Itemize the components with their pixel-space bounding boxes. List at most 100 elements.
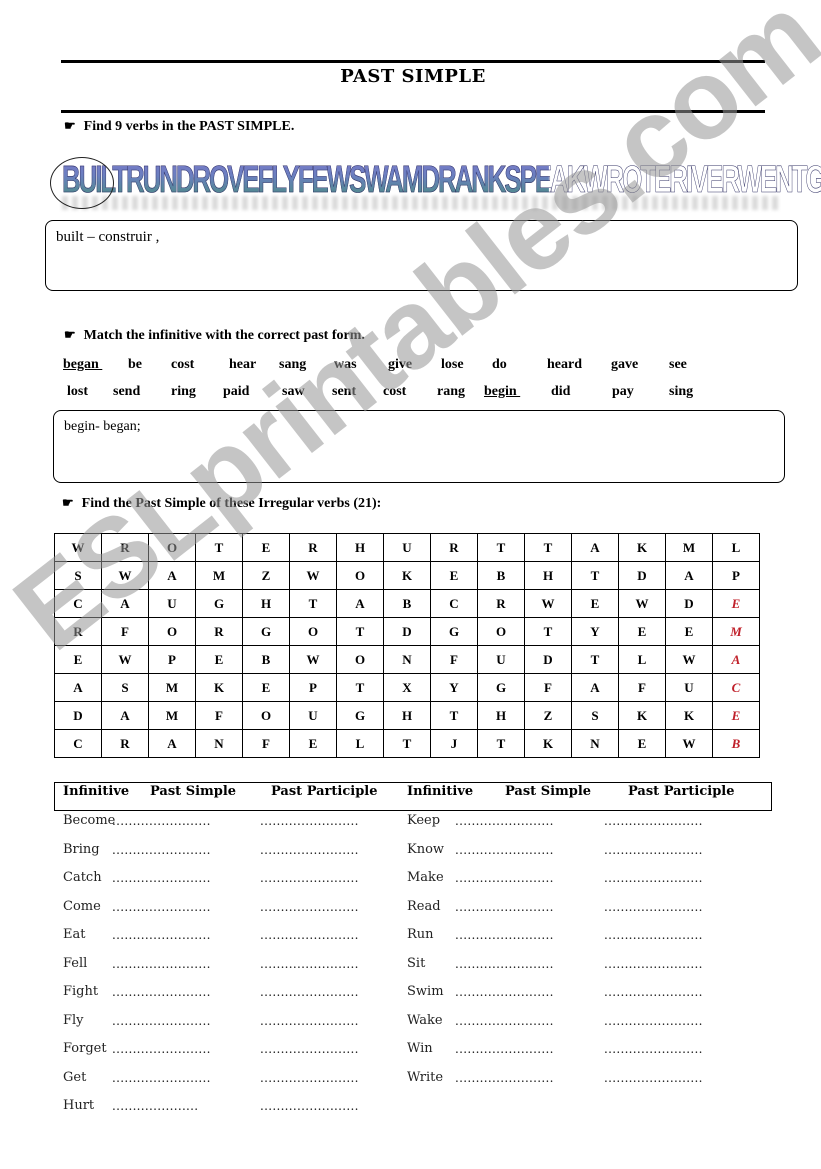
grid-cell[interactable]: D bbox=[665, 589, 713, 618]
grid-cell[interactable]: O bbox=[242, 701, 290, 730]
grid-cell[interactable]: Z bbox=[242, 561, 290, 590]
grid-cell[interactable]: H bbox=[524, 561, 572, 590]
past-participle-blank[interactable]: ........................ bbox=[604, 928, 703, 942]
grid-cell[interactable]: A bbox=[101, 589, 149, 618]
past-simple-blank[interactable]: ........................ bbox=[455, 1042, 554, 1056]
grid-cell[interactable]: K bbox=[665, 701, 713, 730]
grid-cell[interactable]: W bbox=[289, 561, 337, 590]
grid-cell[interactable]: M bbox=[712, 617, 760, 646]
past-participle-blank[interactable]: ........................ bbox=[260, 871, 359, 885]
grid-cell[interactable]: T bbox=[336, 617, 384, 646]
past-participle-blank[interactable]: ........................ bbox=[260, 1042, 359, 1056]
grid-cell[interactable]: D bbox=[618, 561, 666, 590]
grid-cell[interactable]: F bbox=[524, 673, 572, 702]
grid-cell[interactable]: Z bbox=[524, 701, 572, 730]
grid-cell[interactable]: R bbox=[101, 533, 149, 562]
grid-cell[interactable]: R bbox=[195, 617, 243, 646]
past-participle-blank[interactable]: ........................ bbox=[260, 1099, 359, 1113]
grid-cell[interactable]: K bbox=[618, 533, 666, 562]
past-simple-blank[interactable]: ........................ bbox=[455, 900, 554, 914]
grid-cell[interactable]: R bbox=[430, 533, 478, 562]
past-participle-blank[interactable]: ........................ bbox=[604, 957, 703, 971]
grid-cell[interactable]: Y bbox=[430, 673, 478, 702]
past-participle-blank[interactable]: ........................ bbox=[260, 900, 359, 914]
grid-cell[interactable]: T bbox=[524, 617, 572, 646]
past-simple-blank[interactable]: ........................ bbox=[112, 900, 211, 914]
answer-box-1[interactable]: built – construir , bbox=[45, 220, 798, 291]
grid-cell[interactable]: M bbox=[665, 533, 713, 562]
grid-cell[interactable]: A bbox=[571, 673, 619, 702]
grid-cell[interactable]: G bbox=[195, 589, 243, 618]
past-simple-blank[interactable]: ........................ bbox=[112, 1071, 211, 1085]
grid-cell[interactable]: O bbox=[289, 617, 337, 646]
grid-cell[interactable]: S bbox=[54, 561, 102, 590]
grid-cell[interactable]: N bbox=[195, 729, 243, 758]
grid-cell[interactable]: L bbox=[712, 533, 760, 562]
grid-cell[interactable]: F bbox=[430, 645, 478, 674]
grid-cell[interactable]: O bbox=[336, 645, 384, 674]
past-participle-blank[interactable]: ........................ bbox=[604, 985, 703, 999]
grid-cell[interactable]: T bbox=[571, 561, 619, 590]
grid-cell[interactable]: O bbox=[148, 533, 196, 562]
grid-cell[interactable]: Y bbox=[571, 617, 619, 646]
grid-cell[interactable]: K bbox=[195, 673, 243, 702]
grid-cell[interactable]: F bbox=[618, 673, 666, 702]
grid-cell[interactable]: P bbox=[289, 673, 337, 702]
grid-cell[interactable]: H bbox=[383, 701, 431, 730]
past-participle-blank[interactable]: ........................ bbox=[260, 843, 359, 857]
grid-cell[interactable]: T bbox=[336, 673, 384, 702]
past-simple-blank[interactable]: ........................ bbox=[112, 843, 211, 857]
past-participle-blank[interactable]: ........................ bbox=[260, 814, 359, 828]
grid-cell[interactable]: T bbox=[477, 533, 525, 562]
grid-cell[interactable]: O bbox=[336, 561, 384, 590]
grid-cell[interactable]: F bbox=[242, 729, 290, 758]
grid-cell[interactable]: A bbox=[101, 701, 149, 730]
past-participle-blank[interactable]: ........................ bbox=[604, 871, 703, 885]
grid-cell[interactable]: S bbox=[101, 673, 149, 702]
past-participle-blank[interactable]: ........................ bbox=[604, 843, 703, 857]
grid-cell[interactable]: P bbox=[148, 645, 196, 674]
past-participle-blank[interactable]: ........................ bbox=[260, 985, 359, 999]
past-participle-blank[interactable]: ........................ bbox=[260, 957, 359, 971]
past-participle-blank[interactable]: ........................ bbox=[604, 814, 703, 828]
past-simple-blank[interactable]: ........................ bbox=[455, 871, 554, 885]
past-simple-blank[interactable]: ........................ bbox=[455, 928, 554, 942]
grid-cell[interactable]: B bbox=[383, 589, 431, 618]
grid-cell[interactable]: C bbox=[430, 589, 478, 618]
grid-cell[interactable]: O bbox=[148, 617, 196, 646]
grid-cell[interactable]: G bbox=[336, 701, 384, 730]
past-simple-blank[interactable]: ........................ bbox=[112, 871, 211, 885]
grid-cell[interactable]: W bbox=[54, 533, 102, 562]
grid-cell[interactable]: M bbox=[148, 701, 196, 730]
grid-cell[interactable]: E bbox=[712, 589, 760, 618]
grid-cell[interactable]: O bbox=[477, 617, 525, 646]
grid-cell[interactable]: T bbox=[477, 729, 525, 758]
grid-cell[interactable]: N bbox=[571, 729, 619, 758]
grid-cell[interactable]: E bbox=[242, 673, 290, 702]
grid-cell[interactable]: B bbox=[712, 729, 760, 758]
grid-cell[interactable]: E bbox=[54, 645, 102, 674]
grid-cell[interactable]: U bbox=[383, 533, 431, 562]
grid-cell[interactable]: F bbox=[101, 617, 149, 646]
grid-cell[interactable]: N bbox=[383, 645, 431, 674]
grid-cell[interactable]: S bbox=[571, 701, 619, 730]
past-participle-blank[interactable]: ........................ bbox=[604, 1042, 703, 1056]
grid-cell[interactable]: E bbox=[618, 617, 666, 646]
grid-cell[interactable]: L bbox=[336, 729, 384, 758]
grid-cell[interactable]: R bbox=[289, 533, 337, 562]
grid-cell[interactable]: L bbox=[618, 645, 666, 674]
grid-cell[interactable]: P bbox=[712, 561, 760, 590]
grid-cell[interactable]: K bbox=[524, 729, 572, 758]
grid-cell[interactable]: G bbox=[242, 617, 290, 646]
past-simple-blank[interactable]: ........................ bbox=[112, 957, 211, 971]
grid-cell[interactable]: C bbox=[54, 729, 102, 758]
grid-cell[interactable]: T bbox=[383, 729, 431, 758]
grid-cell[interactable]: E bbox=[195, 645, 243, 674]
grid-cell[interactable]: R bbox=[101, 729, 149, 758]
grid-cell[interactable]: A bbox=[54, 673, 102, 702]
past-simple-blank[interactable]: ........................ bbox=[455, 1071, 554, 1085]
grid-cell[interactable]: E bbox=[430, 561, 478, 590]
grid-cell[interactable]: D bbox=[524, 645, 572, 674]
grid-cell[interactable]: E bbox=[712, 701, 760, 730]
grid-cell[interactable]: W bbox=[289, 645, 337, 674]
